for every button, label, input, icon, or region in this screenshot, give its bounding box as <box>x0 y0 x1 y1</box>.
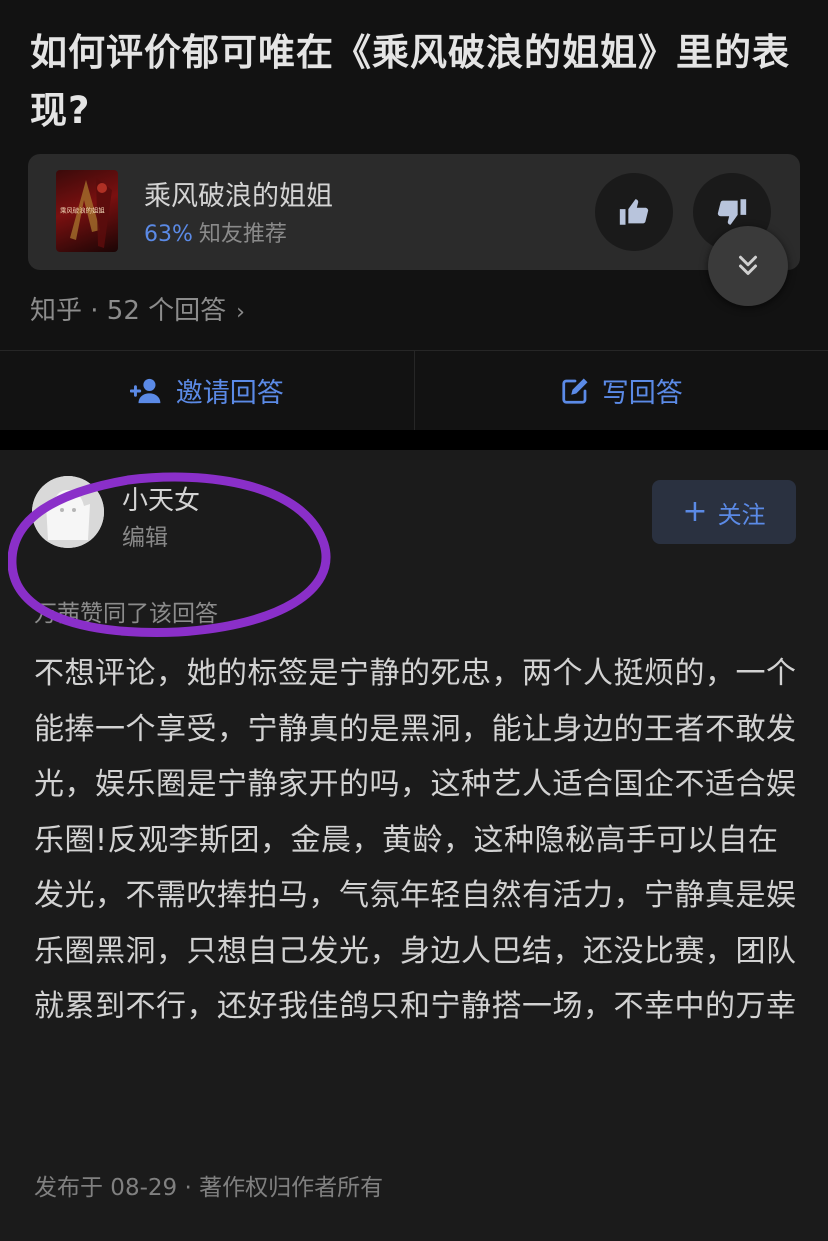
author-name[interactable]: 小天女 <box>122 480 200 517</box>
section-divider <box>0 430 828 450</box>
invite-answer-label: 邀请回答 <box>175 378 284 409</box>
write-answer-label: 写回答 <box>601 378 683 409</box>
answer-card: 小天女 编辑 + 关注 万茜赞同了该回答 不想评论，她的标签是宁静的死忠，两个人… <box>0 450 828 1241</box>
default-avatar-icon <box>32 476 104 548</box>
thumbs-up-icon <box>619 199 649 225</box>
rating-percent: 63% <box>144 222 193 247</box>
rating-label: 知友推荐 <box>198 222 287 247</box>
follow-label: 关注 <box>717 500 766 529</box>
double-chevron-down-icon <box>739 255 757 275</box>
answer-count: 知乎 · 52 个回答 <box>30 296 227 326</box>
avatar[interactable] <box>32 476 104 548</box>
topic-cover-image[interactable]: 乘风破浪的姐姐 <box>56 170 118 252</box>
write-answer-button[interactable]: 写回答 <box>413 351 828 430</box>
plus-icon: + <box>682 494 708 529</box>
invite-answer-button[interactable]: 邀请回答 <box>0 351 414 430</box>
cover-caption: 乘风破浪的姐姐 <box>60 206 105 214</box>
answer-body[interactable]: 不想评论，她的标签是宁静的死忠，两个人挺烦的，一个能捧一个享受，宁静真的是黑洞，… <box>34 646 798 1035</box>
endorsement-note: 万茜赞同了该回答 <box>34 601 218 627</box>
thumbs-down-icon <box>717 199 747 225</box>
answer-footer: 发布于 08-29 · 著作权归作者所有 <box>34 1175 384 1201</box>
topic-rating: 63% 知友推荐 <box>144 216 287 248</box>
answer-count-link[interactable]: 知乎 · 52 个回答 › <box>30 290 245 327</box>
follow-button[interactable]: + 关注 <box>652 480 796 544</box>
topic-card[interactable]: 乘风破浪的姐姐 乘风破浪的姐姐 63% 知友推荐 <box>28 154 800 270</box>
author-headline: 编辑 <box>122 525 168 551</box>
add-user-icon <box>129 378 161 403</box>
like-button[interactable] <box>595 173 673 251</box>
question-title[interactable]: 如何评价郁可唯在《乘风破浪的姐姐》里的表现? <box>30 24 800 140</box>
edit-icon <box>562 378 588 404</box>
topic-name[interactable]: 乘风破浪的姐姐 <box>144 174 333 213</box>
chevron-right-icon: › <box>236 300 245 325</box>
question-action-bar: 邀请回答 写回答 <box>0 350 828 430</box>
expand-button[interactable] <box>708 226 788 306</box>
